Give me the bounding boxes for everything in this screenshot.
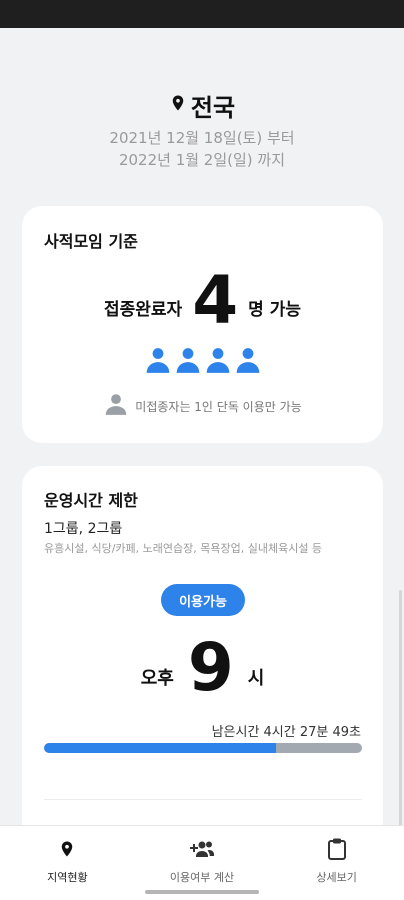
card-divider bbox=[44, 799, 362, 800]
person-icon bbox=[175, 346, 201, 374]
remaining-time: 남은시간 4시간 27분 49초 bbox=[211, 725, 361, 740]
location-pin-icon bbox=[58, 836, 76, 862]
nav-item-usage-calculator[interactable]: 이용여부 계산 bbox=[135, 826, 270, 900]
closing-hour: 9 bbox=[187, 629, 234, 706]
unvaccinated-note: 미접종자는 1인 단독 이용만 가능 bbox=[135, 399, 302, 414]
nav-label-usage-calculator: 이용여부 계산 bbox=[169, 871, 235, 884]
add-people-icon bbox=[188, 836, 216, 862]
hours-card: 운영시간 제한 1그룹, 2그룹 유흥시설, 식당/카페, 노래연습장, 목욕장… bbox=[22, 466, 383, 846]
hours-venues: 유흥시설, 식당/카페, 노래연습장, 목욕장업, 실내체육시설 등 bbox=[44, 542, 323, 555]
hours-groups: 1그룹, 2그룹 bbox=[44, 521, 123, 537]
progress-fill bbox=[44, 743, 277, 753]
scrollbar[interactable] bbox=[399, 590, 402, 830]
time-prefix: 오후 bbox=[140, 668, 174, 689]
region-header: 전국 2021년 12월 18일(토) 부터 2022년 1월 2일(일) 까지 bbox=[0, 88, 404, 171]
person-icon bbox=[145, 346, 171, 374]
unvaccinated-note-row: 미접종자는 1인 단독 이용만 가능 bbox=[22, 391, 383, 421]
nav-label-region-status: 지역현황 bbox=[47, 871, 88, 884]
gathering-card: 사적모임 기준 접종완료자 4 명 가능 미접종자는 1인 단독 이용만 가능 bbox=[22, 206, 383, 443]
date-from: 2021년 12월 18일(토) 부터 bbox=[109, 129, 295, 147]
date-to: 2022년 1월 2일(일) 까지 bbox=[118, 151, 286, 169]
count-suffix: 명 가능 bbox=[248, 300, 301, 320]
people-icons-row bbox=[22, 346, 383, 374]
home-indicator bbox=[145, 890, 259, 894]
gathering-count-row: 접종완료자 4 명 가능 bbox=[22, 268, 383, 334]
region-title: 전국 bbox=[0, 88, 404, 122]
person-icon bbox=[235, 346, 261, 374]
gathering-title: 사적모임 기준 bbox=[44, 232, 138, 251]
clipboard-icon bbox=[327, 836, 347, 862]
closing-time-row: 오후 9 시 bbox=[22, 634, 383, 702]
gathering-count: 4 bbox=[192, 262, 239, 339]
person-gray-icon bbox=[103, 391, 129, 421]
nav-item-region-status[interactable]: 지역현황 bbox=[0, 826, 135, 900]
remaining-progress-bar bbox=[44, 743, 362, 753]
hours-title: 운영시간 제한 bbox=[44, 491, 138, 510]
nav-label-details: 상세보기 bbox=[316, 871, 357, 884]
nav-item-details[interactable]: 상세보기 bbox=[269, 826, 404, 900]
region-name: 전국 bbox=[190, 93, 236, 122]
vaccinated-label: 접종완료자 bbox=[104, 300, 183, 320]
person-icon bbox=[205, 346, 231, 374]
status-badge: 이용가능 bbox=[161, 584, 245, 616]
bottom-nav: 지역현황 이용여부 계산 상세보기 bbox=[0, 825, 404, 900]
status-bar bbox=[0, 0, 404, 28]
time-suffix: 시 bbox=[247, 668, 265, 689]
location-pin-icon bbox=[169, 92, 187, 118]
